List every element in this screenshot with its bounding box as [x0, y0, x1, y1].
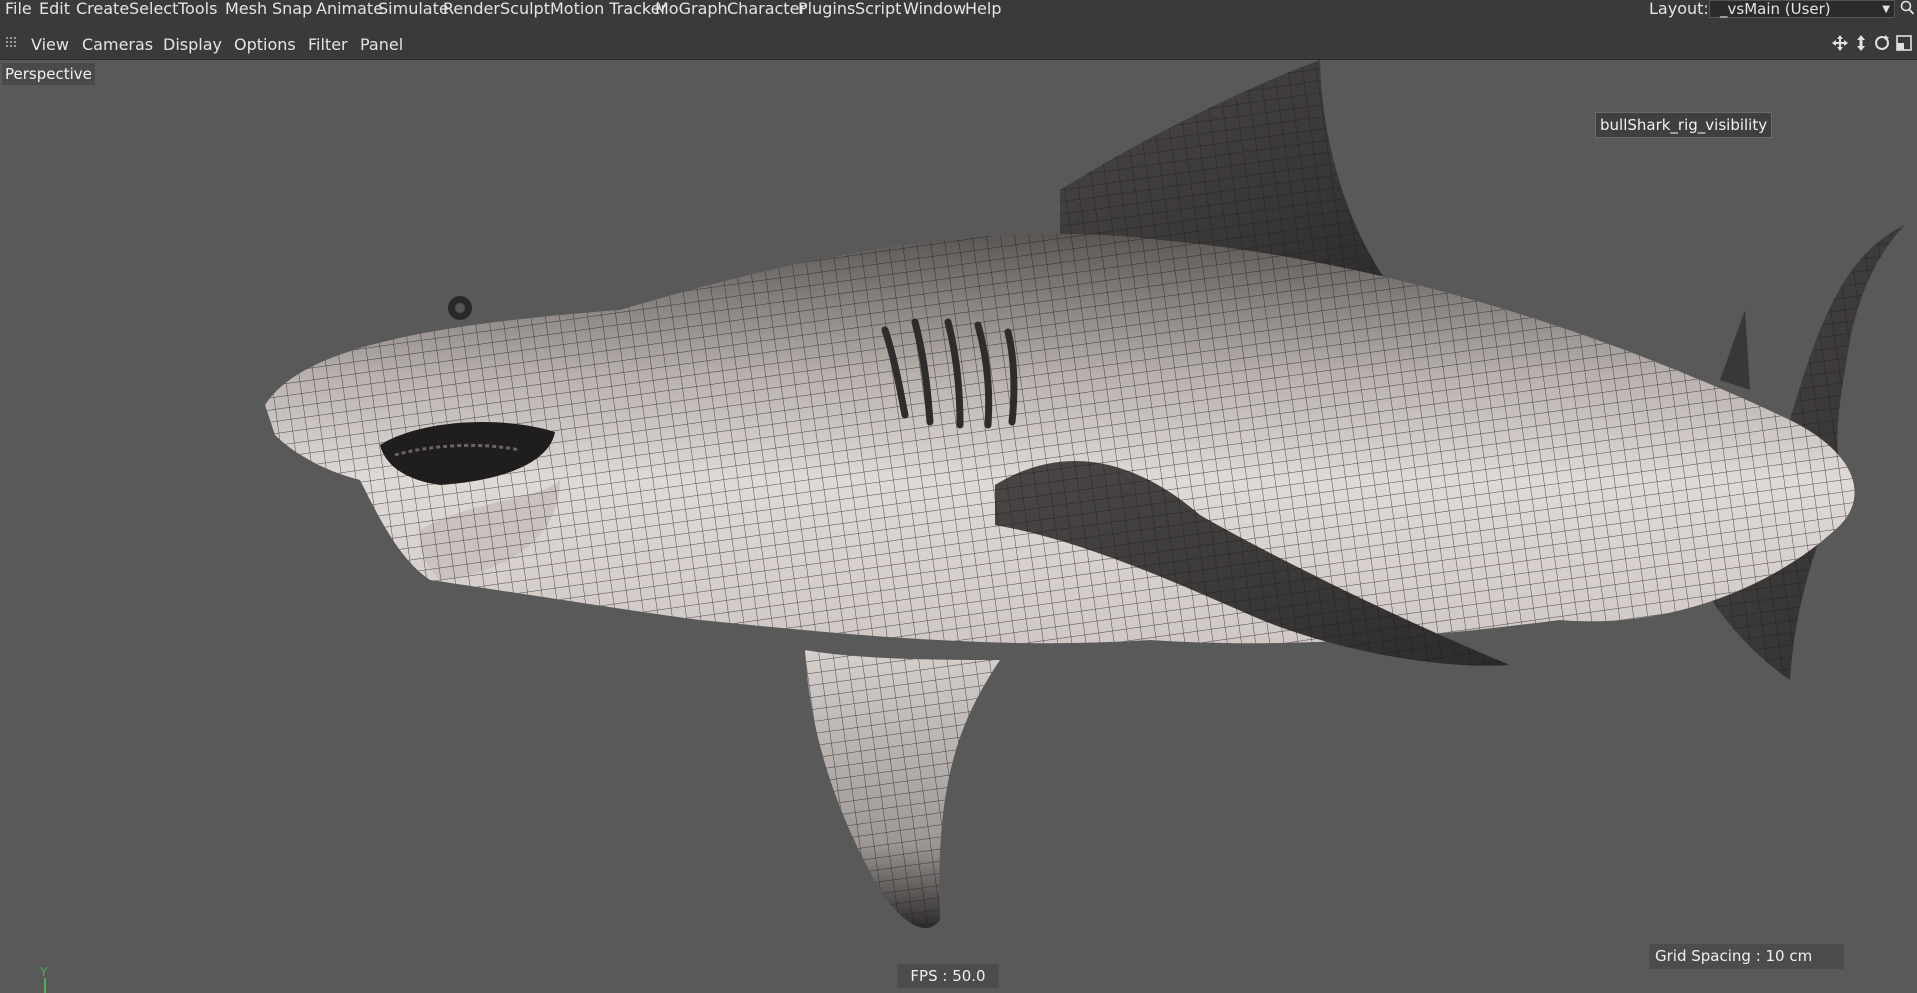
- move-icon[interactable]: [1831, 34, 1849, 52]
- menu-tools[interactable]: Tools: [178, 0, 217, 20]
- pectoral-fin-lower: [805, 650, 1000, 929]
- menu-snap[interactable]: Snap: [272, 0, 312, 20]
- menu-render[interactable]: Render: [443, 0, 500, 20]
- scroll-icon[interactable]: [1852, 34, 1870, 52]
- perspective-viewport[interactable]: Perspective bullShark_rig_visibility Y X…: [0, 60, 1917, 993]
- menu-motion-tracker[interactable]: Motion Tracker: [550, 0, 667, 20]
- menu-help[interactable]: Help: [965, 0, 1001, 20]
- maximize-icon[interactable]: [1895, 34, 1913, 52]
- object-tag-label: bullShark_rig_visibility: [1595, 112, 1773, 138]
- menu-plugins[interactable]: Plugins: [798, 0, 855, 20]
- fps-readout: FPS : 50.0: [897, 964, 999, 988]
- shark-model: [265, 60, 1905, 929]
- layout-dropdown[interactable]: _vsMain (User) ▼: [1709, 0, 1895, 18]
- grid-spacing-readout: Grid Spacing : 10 cm: [1649, 944, 1844, 969]
- menu-simulate[interactable]: Simulate: [378, 0, 449, 20]
- menu-animate[interactable]: Animate: [316, 0, 383, 20]
- search-icon[interactable]: [1899, 0, 1915, 16]
- menu-window[interactable]: Window: [903, 0, 966, 20]
- menu-sculpt[interactable]: Sculpt: [500, 0, 550, 20]
- layout-label: Layout:: [1649, 0, 1709, 18]
- menu-character[interactable]: Character: [727, 0, 806, 20]
- viewmenu-display[interactable]: Display: [163, 36, 222, 54]
- axis-gizmo: Y X Z: [39, 965, 48, 993]
- menu-mesh[interactable]: Mesh: [225, 0, 267, 20]
- viewmenu-panel[interactable]: Panel: [360, 36, 403, 54]
- menu-mograph[interactable]: MoGraph: [655, 0, 728, 20]
- menu-select[interactable]: Select: [129, 0, 178, 20]
- viewmenu-cameras[interactable]: Cameras: [82, 36, 153, 54]
- menu-edit[interactable]: Edit: [39, 0, 70, 20]
- menu-file[interactable]: File: [5, 0, 32, 20]
- axis-y-label: Y: [39, 965, 48, 979]
- layout-value: _vsMain (User): [1720, 0, 1831, 18]
- menu-script[interactable]: Script: [855, 0, 901, 20]
- menu-create[interactable]: Create: [76, 0, 129, 20]
- viewport-menu-bar: View Cameras Display Options Filter Pane…: [0, 28, 1917, 60]
- rotate-icon[interactable]: [1873, 34, 1891, 52]
- viewmenu-options[interactable]: Options: [234, 36, 296, 54]
- chevron-down-icon: ▼: [1882, 4, 1890, 15]
- grip-icon[interactable]: [5, 36, 19, 50]
- camera-label[interactable]: Perspective: [2, 63, 95, 85]
- menu-bar: File Edit Create Select Tools Mesh Snap …: [0, 0, 1917, 29]
- viewmenu-filter[interactable]: Filter: [308, 36, 348, 54]
- viewmenu-view[interactable]: View: [31, 36, 69, 54]
